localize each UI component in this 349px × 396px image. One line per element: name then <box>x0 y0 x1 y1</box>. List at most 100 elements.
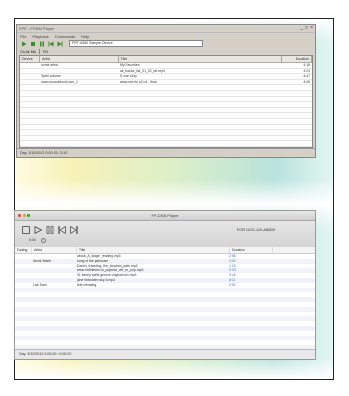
table-cell-title: S one s1sy <box>120 74 137 79</box>
repeat-icon[interactable] <box>41 238 46 243</box>
table-cell-duration: 3:24 <box>303 68 310 73</box>
table-cell-artist <box>39 125 118 130</box>
table-cell-device <box>20 113 39 118</box>
table-cell-device <box>20 119 39 124</box>
table-cell-artist <box>39 108 118 113</box>
table-cell-artist <box>39 113 118 118</box>
table-cell-duration <box>283 102 312 107</box>
table-cell-title: www.mix.fm s2 n4 - final <box>120 79 157 84</box>
column-title[interactable]: Title <box>119 56 283 62</box>
time-readout: 0:00 <box>29 238 36 242</box>
table-cell-device <box>20 125 39 130</box>
pause-button[interactable] <box>45 225 54 235</box>
column-title[interactable]: Title <box>77 247 230 253</box>
table-cell-duration <box>283 141 312 146</box>
table-cell-duration <box>283 97 312 102</box>
table-cell-artist <box>39 85 118 90</box>
minimize-icon[interactable]: _ <box>300 26 303 31</box>
table-cell-duration <box>283 119 312 124</box>
column-fading[interactable]: Fading <box>15 247 32 253</box>
play-button[interactable] <box>33 225 42 235</box>
fill-toggle[interactable]: Fill <box>43 50 47 54</box>
table-cell-title <box>118 102 283 107</box>
table-cell-artist: Spell volume <box>41 74 61 79</box>
table-cell-artist <box>39 97 118 102</box>
play-button[interactable] <box>20 41 27 47</box>
table-cell-device <box>20 97 39 102</box>
column-artist[interactable]: Artist <box>32 247 77 253</box>
column-duration[interactable]: Duration <box>282 56 312 62</box>
table-cell-artist: www.soundcloud.com_1 <box>41 79 78 84</box>
table-cell-title <box>118 108 283 113</box>
window-title: FP-DSB Player <box>151 213 179 218</box>
window-titlebar: FPP - FFMM Player _ □ × <box>17 25 315 33</box>
device-label[interactable]: FOR DOC-US-A8800 <box>237 227 275 232</box>
table-cell-duration <box>283 125 312 130</box>
next-button[interactable] <box>69 225 78 235</box>
column-artist[interactable]: Artist <box>40 56 119 62</box>
table-cell-title <box>118 141 283 146</box>
menu-file[interactable]: File <box>20 34 26 39</box>
table-cell-artist <box>39 130 118 135</box>
table-cell-duration <box>283 113 312 118</box>
table-cell-duration: 4:16 <box>303 63 310 67</box>
table-cell-title <box>118 136 283 141</box>
table-cell-artist <box>39 136 118 141</box>
table-cell-title <box>118 119 283 124</box>
table-cell-duration <box>283 130 312 135</box>
transport-toolbar: FOR DOC-US-A8800 0:00 <box>15 221 315 248</box>
table-cell-duration: 4:47 <box>303 74 310 79</box>
next-button[interactable] <box>56 41 63 47</box>
table-cell-artist <box>39 69 118 74</box>
stop-button[interactable] <box>21 225 30 235</box>
table-cell-title <box>118 125 283 130</box>
table-cell-device <box>20 80 39 85</box>
table-cell-title <box>118 130 283 135</box>
stop-button[interactable] <box>29 41 36 47</box>
table-cell-device <box>20 74 39 79</box>
table-cell-device <box>20 63 39 68</box>
table-header: Fading Artist Title Duration <box>15 247 315 254</box>
menu-commands[interactable]: Commands <box>55 34 75 39</box>
status-bar: Day: 3/10/2012 0:00:15 / 3:10 <box>17 148 315 157</box>
options-toolbar: On Air Mix Fill <box>17 48 315 55</box>
table-cell-duration <box>283 91 312 96</box>
table-cell-device <box>20 108 39 113</box>
on-air-mix-toggle[interactable]: On Air Mix <box>20 50 36 54</box>
previous-button[interactable] <box>47 41 54 47</box>
previous-button[interactable] <box>57 225 66 235</box>
table-cell-device <box>20 102 39 107</box>
table-cell-device <box>20 136 39 141</box>
transport-toolbar: FPP-A080 Sample Device <box>17 39 315 48</box>
table-header: Device Artist Title Duration <box>20 56 312 63</box>
column-duration[interactable]: Duration <box>230 247 273 253</box>
windows-player-window: FPP - FFMM Player _ □ × File Playback Co… <box>16 24 316 158</box>
gradient-band <box>15 357 333 379</box>
table-cell-duration: 4:45 <box>303 79 310 84</box>
status-bar: Day: 3/10/2012 0:00:00 / 0:00:22 <box>15 349 315 359</box>
table-cell-duration <box>283 85 312 90</box>
device-selector[interactable]: FPP-A080 Sample Device <box>69 40 203 47</box>
table-cell-device <box>20 141 39 146</box>
playlist-table: Device Artist Title Duration some artist… <box>19 55 313 153</box>
pause-button[interactable] <box>38 41 45 47</box>
playlist-table: Fading Artist Title Duration about_A_sta… <box>15 247 315 350</box>
table-cell-device <box>20 69 39 74</box>
table-cell-device <box>20 91 39 96</box>
menu-help[interactable]: Help <box>81 34 89 39</box>
table-cell-artist: some artist <box>41 63 58 67</box>
column-device[interactable]: Device <box>20 56 41 62</box>
table-cell-title: My Favorites <box>120 63 140 67</box>
table-cell-artist <box>39 91 118 96</box>
table-cell-title <box>118 113 283 118</box>
table-cell-title: all_tracks_list_01_02_bb.mp3 <box>120 68 165 73</box>
mac-player-window: FP-DSB Player FOR DOC-US-A8800 0:00 Fadi… <box>14 210 316 360</box>
table-cell-device <box>20 85 39 90</box>
toolbar-divider <box>39 49 41 54</box>
table-cell-artist <box>39 141 118 146</box>
table-cell-device <box>20 130 39 135</box>
maximize-icon[interactable]: □ <box>305 26 308 31</box>
close-icon[interactable]: × <box>310 26 313 31</box>
table-cell-title <box>118 91 283 96</box>
menu-playback[interactable]: Playback <box>32 34 48 39</box>
